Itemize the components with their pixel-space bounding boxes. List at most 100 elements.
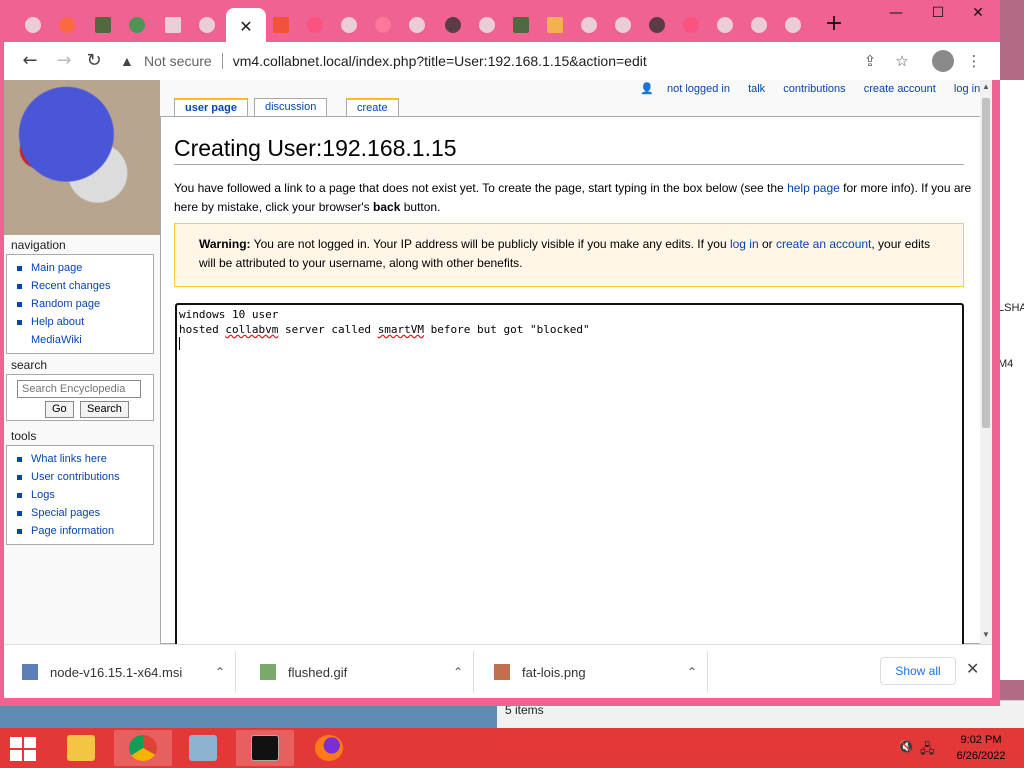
tab[interactable] (778, 10, 808, 40)
help-page-link[interactable]: help page (787, 181, 840, 195)
show-all-button[interactable]: Show all (880, 657, 956, 685)
search-input[interactable] (17, 380, 141, 398)
new-tab-button[interactable]: + (822, 12, 846, 36)
search-portlet: search Go Search (6, 358, 154, 421)
tab[interactable] (192, 10, 222, 40)
edit-textarea[interactable]: windows 10 user hosted collabvm server c… (175, 303, 964, 644)
taskbar-file-explorer[interactable] (52, 730, 110, 766)
talk-link[interactable]: talk (748, 83, 765, 95)
tools-link-user-contributions[interactable]: User contributions (15, 468, 153, 486)
tab[interactable] (52, 10, 82, 40)
tab[interactable] (300, 10, 330, 40)
go-button[interactable]: Go (45, 401, 74, 418)
contributions-link[interactable]: contributions (783, 83, 845, 95)
tab[interactable] (540, 10, 570, 40)
image-icon (494, 664, 510, 680)
tab[interactable] (88, 10, 118, 40)
warning-icon[interactable]: ▲ (120, 53, 138, 69)
taskbar-command-prompt[interactable] (236, 730, 294, 766)
tools-link-logs[interactable]: Logs (15, 486, 153, 504)
chevron-up-icon[interactable]: ⌃ (443, 665, 473, 679)
taskbar-chrome[interactable] (114, 730, 172, 766)
bookmark-star-icon[interactable]: ☆ (892, 52, 912, 72)
taskbar-firefox[interactable] (300, 730, 358, 766)
network-icon[interactable]: 🖧 (920, 740, 935, 762)
tab[interactable] (608, 10, 638, 40)
search-button[interactable]: Search (80, 401, 129, 418)
tab-active[interactable]: ✕ (226, 8, 266, 44)
tab[interactable] (266, 10, 296, 40)
tab[interactable] (574, 10, 604, 40)
close-icon[interactable]: ✕ (239, 17, 252, 36)
tools-link-page-information[interactable]: Page information (15, 522, 153, 540)
security-label[interactable]: Not secure (144, 53, 212, 69)
github-icon (445, 17, 461, 33)
scroll-up-icon[interactable]: ▲ (981, 82, 991, 91)
globe-icon (409, 17, 425, 33)
tab[interactable] (158, 10, 188, 40)
share-icon[interactable]: ⇪ (860, 52, 880, 72)
chevron-up-icon[interactable]: ⌃ (205, 665, 235, 679)
nav-link-main-page[interactable]: Main page (15, 259, 153, 277)
tab[interactable] (334, 10, 364, 40)
minimize-button[interactable]: — (876, 2, 916, 24)
portlet-title: search (11, 358, 48, 372)
tab[interactable] (402, 10, 432, 40)
edit-text: before but got "blocked" (424, 323, 590, 336)
download-item[interactable]: node-v16.15.1-x64.msi ⌃ (4, 651, 236, 693)
create-account-link[interactable]: create an account (776, 237, 871, 251)
taskbar-notepad[interactable] (174, 730, 232, 766)
tab[interactable] (368, 10, 398, 40)
reload-button[interactable]: ↻ (82, 50, 106, 72)
close-window-button[interactable]: ✕ (958, 2, 998, 24)
installer-icon (22, 664, 38, 680)
tab-create[interactable]: create (346, 98, 399, 116)
app-icon (683, 17, 699, 33)
back-button[interactable]: ← (18, 50, 42, 72)
windows-logo-pane (10, 737, 22, 748)
nav-link-random-page[interactable]: Random page (15, 295, 153, 313)
menu-icon[interactable]: ⋮ (964, 52, 984, 72)
chevron-up-icon[interactable]: ⌃ (677, 665, 707, 679)
wiki-logo[interactable] (4, 80, 160, 235)
tab[interactable] (710, 10, 740, 40)
tab[interactable] (122, 10, 152, 40)
tab[interactable] (676, 10, 706, 40)
download-item[interactable]: flushed.gif ⌃ (242, 651, 474, 693)
tab[interactable] (744, 10, 774, 40)
log-in-link[interactable]: log in (730, 237, 759, 251)
warning-label: Warning: (199, 237, 251, 251)
scroll-thumb[interactable] (982, 98, 990, 428)
log-in-link[interactable]: log in (954, 83, 980, 95)
page-scrollbar[interactable]: ▲ ▼ (980, 80, 992, 644)
tab-user-page[interactable]: user page (174, 98, 248, 116)
forward-button[interactable]: → (52, 50, 76, 72)
app-icon (649, 17, 665, 33)
tools-link-special-pages[interactable]: Special pages (15, 504, 153, 522)
tab[interactable] (642, 10, 672, 40)
speaker-muted-icon[interactable]: 🔇 (898, 740, 914, 755)
url-text[interactable]: vm4.collabnet.local/index.php?title=User… (233, 53, 647, 69)
maximize-button[interactable]: ☐ (918, 2, 958, 24)
tab-discussion[interactable]: discussion (254, 98, 328, 116)
tools-link-what-links-here[interactable]: What links here (15, 450, 153, 468)
nav-link-recent-changes[interactable]: Recent changes (15, 277, 153, 295)
download-item[interactable]: fat-lois.png ⌃ (476, 651, 708, 693)
scroll-down-icon[interactable]: ▼ (981, 630, 991, 639)
tab[interactable] (18, 10, 48, 40)
tab[interactable] (438, 10, 468, 40)
close-icon[interactable]: ✕ (966, 659, 979, 679)
profile-avatar[interactable] (932, 50, 954, 72)
tools-portlet: tools What links here User contributions… (6, 429, 154, 545)
warning-box: Warning: You are not logged in. Your IP … (174, 223, 964, 287)
tab[interactable] (506, 10, 536, 40)
nav-link-help[interactable]: Help about MediaWiki (15, 313, 125, 349)
browser-toolbar: ← → ↻ ▲ Not secure vm4.collabnet.local/i… (4, 42, 1000, 80)
clock[interactable]: 9:02 PM 6/26/2022 (944, 732, 1018, 764)
address-bar[interactable]: ▲ Not secure vm4.collabnet.local/index.p… (120, 48, 920, 74)
create-account-link[interactable]: create account (864, 83, 936, 95)
edit-text: hosted (179, 323, 226, 336)
start-button[interactable] (8, 736, 38, 762)
tab[interactable] (472, 10, 502, 40)
personal-tools: 👤 not logged in talk contributions create… (640, 82, 992, 95)
